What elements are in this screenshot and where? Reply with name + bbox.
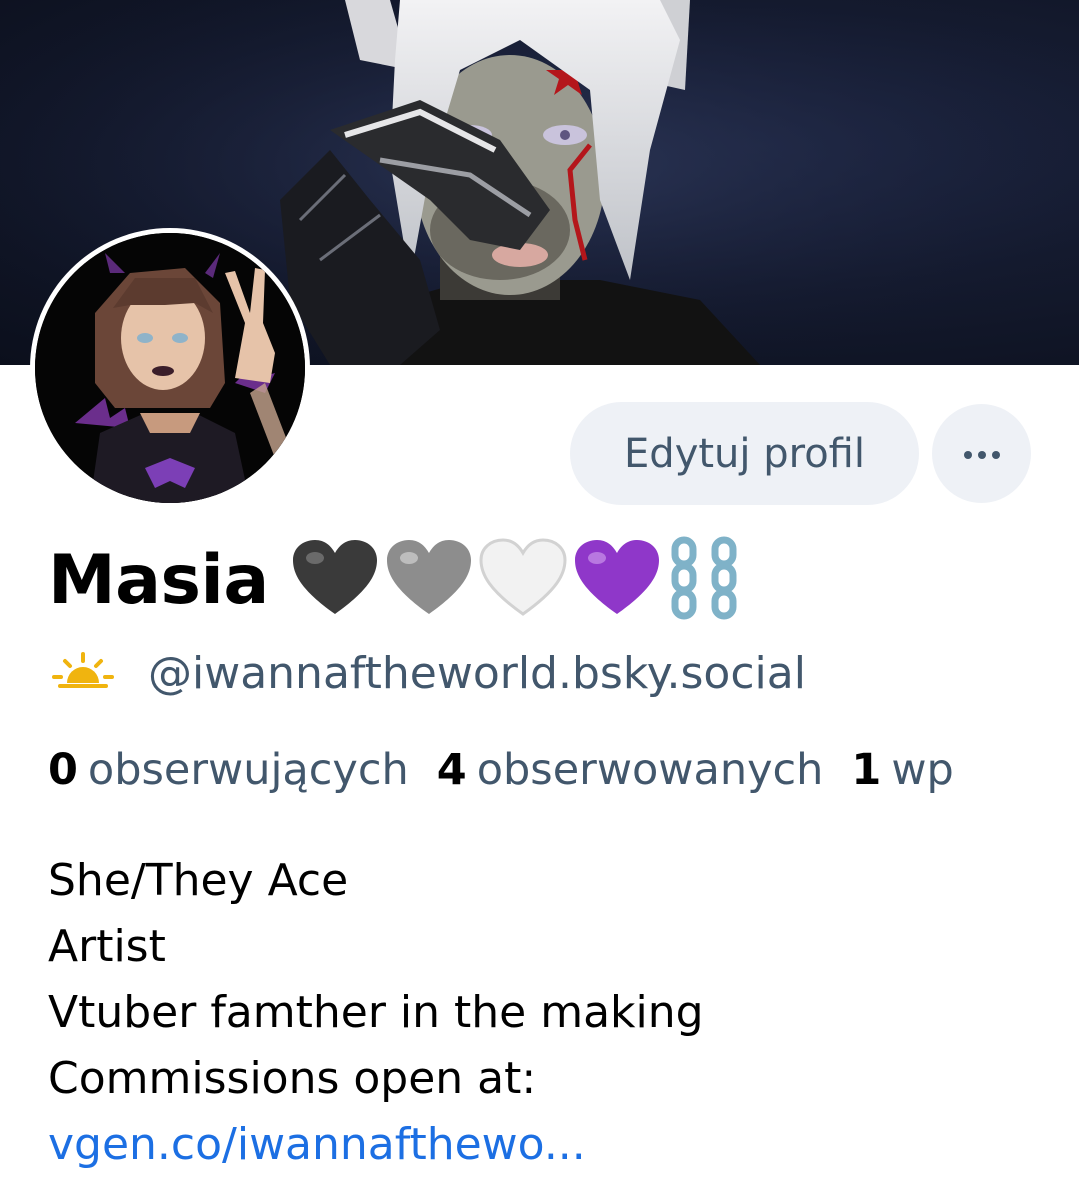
profile-handle[interactable]: @iwannaftheworld.bsky.social — [148, 648, 806, 699]
black-heart-emoji — [291, 538, 379, 622]
posts-stat: 1 wp — [851, 745, 953, 795]
edit-profile-label: Edytuj profil — [624, 430, 865, 477]
bio-line: Commissions open at: — [48, 1053, 537, 1104]
bio-line: Vtuber famther in the making — [48, 987, 704, 1038]
bio-line: She/They Ace — [48, 855, 349, 906]
grey-heart-emoji — [385, 538, 473, 622]
profile-bio: She/They Ace Artist Vtuber famther in th… — [48, 848, 704, 1178]
profile-stats: 0 obserwujących 4 obserwowanych 1 wp — [48, 740, 1079, 800]
followers-label: obserwujących — [87, 745, 409, 795]
posts-count: 1 — [851, 745, 882, 795]
more-options-button[interactable] — [932, 404, 1031, 503]
followers-count: 0 — [48, 745, 78, 795]
display-name: Masia — [48, 540, 269, 620]
avatar-image — [35, 233, 305, 503]
following-stat[interactable]: 4 obserwowanych — [437, 745, 824, 795]
white-heart-emoji — [479, 538, 567, 622]
chains-emoji — [667, 536, 747, 624]
purple-heart-emoji — [573, 538, 661, 622]
profile-page: Edytuj profil Masia @iwannaftheworld.bsk… — [0, 0, 1079, 1180]
bio-line: Artist — [48, 921, 166, 972]
following-label: obserwowanych — [476, 745, 824, 795]
weather-sun-behind-cloud-icon — [50, 651, 116, 695]
posts-label: wp — [891, 745, 954, 795]
following-count: 4 — [436, 745, 467, 795]
edit-profile-button[interactable]: Edytuj profil — [570, 402, 919, 505]
display-name-row: Masia — [48, 535, 753, 625]
bio-link[interactable]: vgen.co/iwannafthewo... — [48, 1112, 704, 1178]
handle-row: @iwannaftheworld.bsky.social — [50, 642, 806, 704]
followers-stat[interactable]: 0 obserwujących — [48, 745, 409, 795]
ellipsis-icon — [961, 444, 1003, 463]
avatar[interactable] — [30, 228, 310, 508]
